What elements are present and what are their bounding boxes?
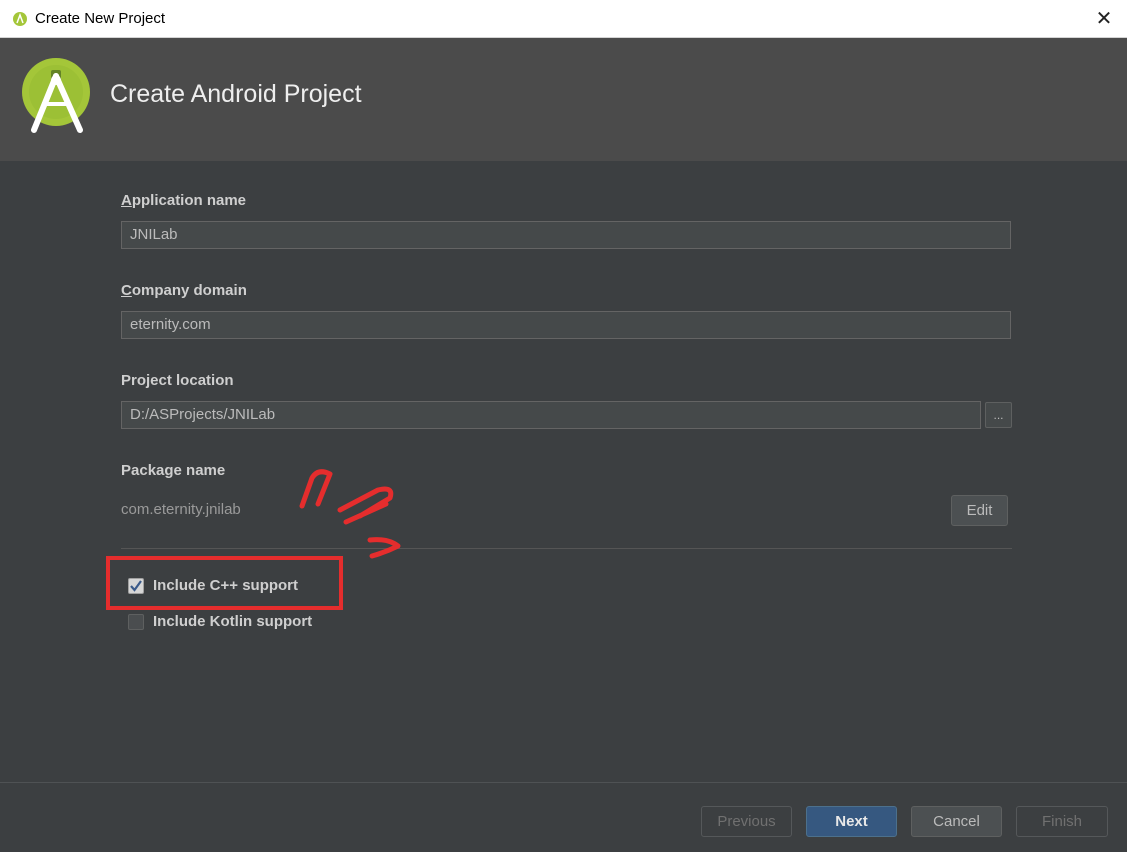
window-title: Create New Project (35, 10, 166, 27)
company-domain-label: Company domain (121, 282, 247, 299)
footer-divider (0, 782, 1127, 783)
next-button[interactable]: Next (806, 806, 897, 837)
window-titlebar: Create New Project ✕ (0, 0, 1127, 38)
previous-button[interactable]: Previous (701, 806, 792, 837)
package-name-label: Package name (121, 462, 226, 479)
company-domain-input[interactable]: eternity.com (121, 311, 1011, 339)
include-kotlin-option[interactable]: Include Kotlin support (128, 613, 312, 630)
wizard-header: Create Android Project (0, 38, 1127, 161)
android-studio-icon (13, 12, 27, 26)
annotation-scribble (299, 469, 401, 559)
page-title: Create Android Project (110, 80, 362, 108)
application-name-input[interactable]: JNILab (121, 221, 1011, 249)
divider (121, 548, 1012, 549)
android-studio-logo-icon (22, 58, 90, 133)
application-name-label: Application name (121, 192, 247, 209)
include-kotlin-checkbox[interactable] (128, 613, 144, 630)
project-location-label: Project location (121, 372, 234, 389)
browse-button[interactable]: ... (985, 402, 1012, 428)
cancel-button[interactable]: Cancel (911, 806, 1002, 837)
close-icon[interactable]: ✕ (1081, 0, 1127, 37)
edit-package-button[interactable]: Edit (951, 495, 1008, 526)
package-name-value: com.eternity.jnilab (121, 501, 241, 518)
include-kotlin-label: Include Kotlin support (153, 613, 313, 630)
project-location-input[interactable]: D:/ASProjects/JNILab (121, 401, 981, 429)
finish-button[interactable]: Finish (1016, 806, 1108, 837)
